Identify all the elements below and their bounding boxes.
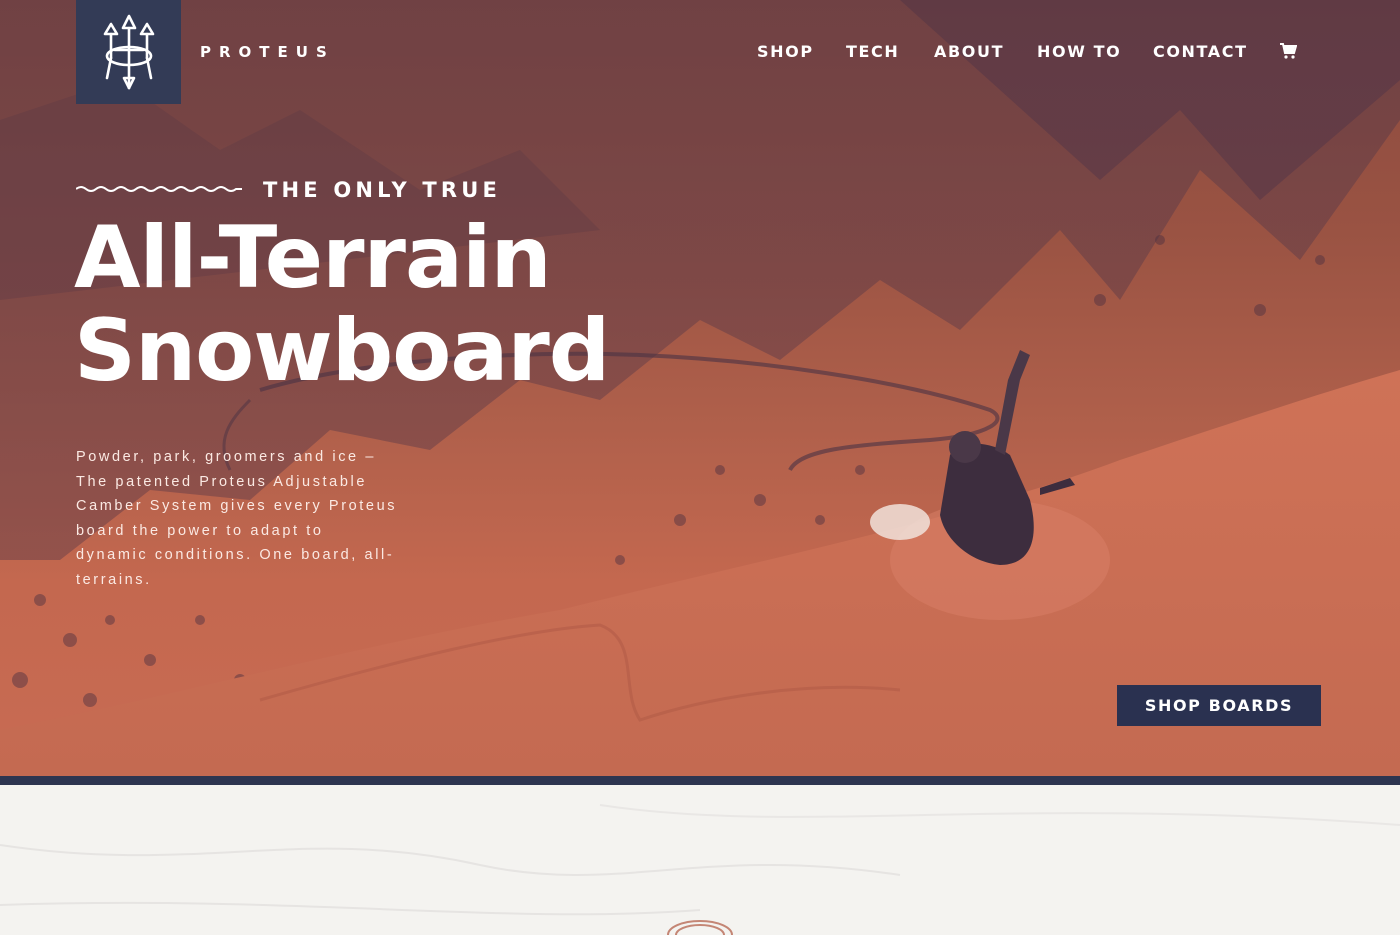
cart-icon[interactable]	[1279, 42, 1297, 60]
nav-item-about[interactable]: ABOUT	[934, 42, 1004, 61]
nav-item-how-to[interactable]: HOW TO	[1037, 42, 1121, 61]
hero-description: Powder, park, groomers and ice – The pat…	[76, 449, 398, 588]
next-section	[0, 785, 1400, 935]
nav-item-tech[interactable]: TECH	[846, 42, 899, 61]
shop-boards-button[interactable]: SHOP BOARDS	[1117, 685, 1321, 726]
hero-section: PROTEUS SHOP TECH ABOUT HOW TO CONTACT T…	[0, 0, 1400, 778]
wave-divider-icon	[76, 186, 242, 192]
hero-headline: All-Terrain Snowboard	[74, 212, 610, 401]
section-divider	[0, 776, 1400, 785]
main-nav: SHOP TECH ABOUT HOW TO CONTACT	[0, 42, 1400, 62]
headline-line-2: Snowboard	[74, 301, 610, 401]
hero-eyebrow: THE ONLY TRUE	[263, 178, 502, 202]
nav-item-shop[interactable]: SHOP	[757, 42, 814, 61]
headline-line-1: All-Terrain	[74, 208, 552, 308]
snow-texture-background	[0, 804, 1400, 935]
nav-item-contact[interactable]: CONTACT	[1153, 42, 1248, 61]
